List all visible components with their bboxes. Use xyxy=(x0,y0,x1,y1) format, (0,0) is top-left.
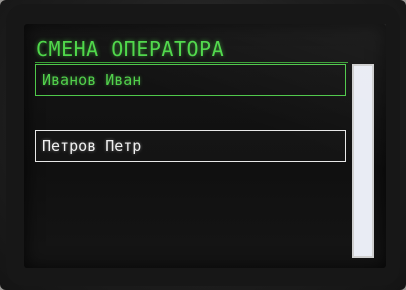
terminal-device: СМЕНА ОПЕРАТОРА Иванов Иван Петров Петр xyxy=(0,0,406,290)
display-screen: СМЕНА ОПЕРАТОРА Иванов Иван Петров Петр xyxy=(24,24,386,268)
operator-item-current[interactable]: Иванов Иван xyxy=(35,64,346,96)
operator-item-selected[interactable]: Петров Петр xyxy=(35,130,346,162)
screen-title: СМЕНА ОПЕРАТОРА xyxy=(36,37,225,61)
list-scrollbar[interactable] xyxy=(352,64,374,258)
title-divider xyxy=(35,62,348,63)
